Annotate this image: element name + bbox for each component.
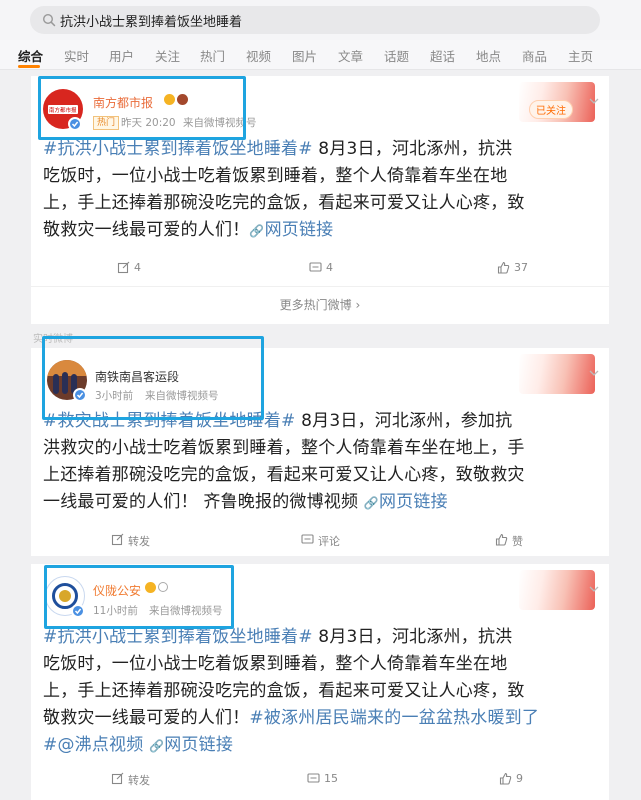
comment-icon [307, 773, 320, 783]
tab-realtime[interactable]: 实时 [64, 46, 89, 65]
tab-following[interactable]: 关注 [155, 46, 180, 65]
highlight-box [44, 565, 234, 629]
highlight-box [38, 76, 246, 140]
tab-homepage[interactable]: 主页 [568, 46, 593, 65]
web-link[interactable]: 🔗网页链接 [364, 492, 448, 512]
tab-users[interactable]: 用户 [109, 46, 134, 65]
tab-products[interactable]: 商品 [522, 46, 547, 65]
chevron-down-icon[interactable] [589, 584, 599, 594]
tab-video[interactable]: 视频 [246, 46, 271, 65]
repost-icon [117, 261, 130, 274]
chevron-right-icon: › [355, 298, 361, 312]
tab-articles[interactable]: 文章 [338, 46, 363, 65]
web-link[interactable]: 🔗网页链接 [249, 220, 333, 240]
more-hot-posts-link[interactable]: 更多热门微博 › [31, 296, 609, 313]
card-decoration [519, 570, 595, 610]
card-decoration [519, 354, 595, 394]
mention-link[interactable]: #@沸点视频 [43, 735, 143, 755]
tab-hot[interactable]: 热门 [200, 46, 225, 65]
active-tab-indicator [18, 65, 40, 68]
link-icon: 🔗 [249, 224, 265, 238]
follow-button[interactable]: 已关注 [529, 100, 573, 119]
link-icon: 🔗 [363, 496, 379, 510]
web-link[interactable]: 🔗网页链接 [149, 735, 233, 755]
hashtag-link[interactable]: #被涿州居民端来的一盆盆热水暖到了 [249, 708, 539, 728]
post-actions: 转发 15 9 [31, 769, 609, 791]
comment-icon [309, 262, 322, 272]
post-body: #抗洪小战士累到捧着饭坐地睡着# 8月3日，河北涿州，抗洪 吃饭时，一位小战士吃… [43, 139, 525, 240]
repost-icon [111, 772, 124, 785]
search-bar: 抗洪小战士累到捧着饭坐地睡着 [0, 0, 641, 40]
post-body: #救灾战士累到捧着饭坐地睡着# 8月3日，河北涿州，参加抗 洪救灾的小战士吃着饭… [43, 411, 525, 512]
tab-places[interactable]: 地点 [476, 46, 501, 65]
search-input[interactable]: 抗洪小战士累到捧着饭坐地睡着 [30, 6, 600, 34]
like-icon [495, 533, 508, 546]
divider [31, 286, 609, 287]
hashtag-link[interactable]: #抗洪小战士累到捧着饭坐地睡着# [43, 139, 313, 159]
search-icon [42, 13, 56, 27]
link-icon: 🔗 [149, 739, 165, 753]
hashtag-link[interactable]: #抗洪小战士累到捧着饭坐地睡着# [43, 627, 313, 647]
tab-images[interactable]: 图片 [292, 46, 317, 65]
like-icon [499, 772, 512, 785]
post-actions: 转发 评论 赞 [31, 530, 609, 552]
highlight-box [42, 336, 264, 420]
chevron-down-icon[interactable] [589, 368, 599, 378]
like-icon [497, 261, 510, 274]
search-query: 抗洪小战士累到捧着饭坐地睡着 [60, 15, 243, 30]
tab-bar: 综合 实时 用户 关注 热门 视频 图片 文章 话题 超话 地点 商品 主页 [0, 40, 641, 70]
post-body: #抗洪小战士累到捧着饭坐地睡着# 8月3日，河北涿州，抗洪 吃饭时，一位小战士吃… [43, 627, 540, 755]
repost-icon [111, 533, 124, 546]
chevron-down-icon[interactable] [589, 96, 599, 106]
tab-topics[interactable]: 话题 [384, 46, 409, 65]
tab-super-topics[interactable]: 超话 [430, 46, 455, 65]
post-actions: 4 4 37 [31, 258, 609, 280]
tab-comprehensive[interactable]: 综合 [18, 46, 43, 65]
comment-icon [301, 534, 314, 544]
